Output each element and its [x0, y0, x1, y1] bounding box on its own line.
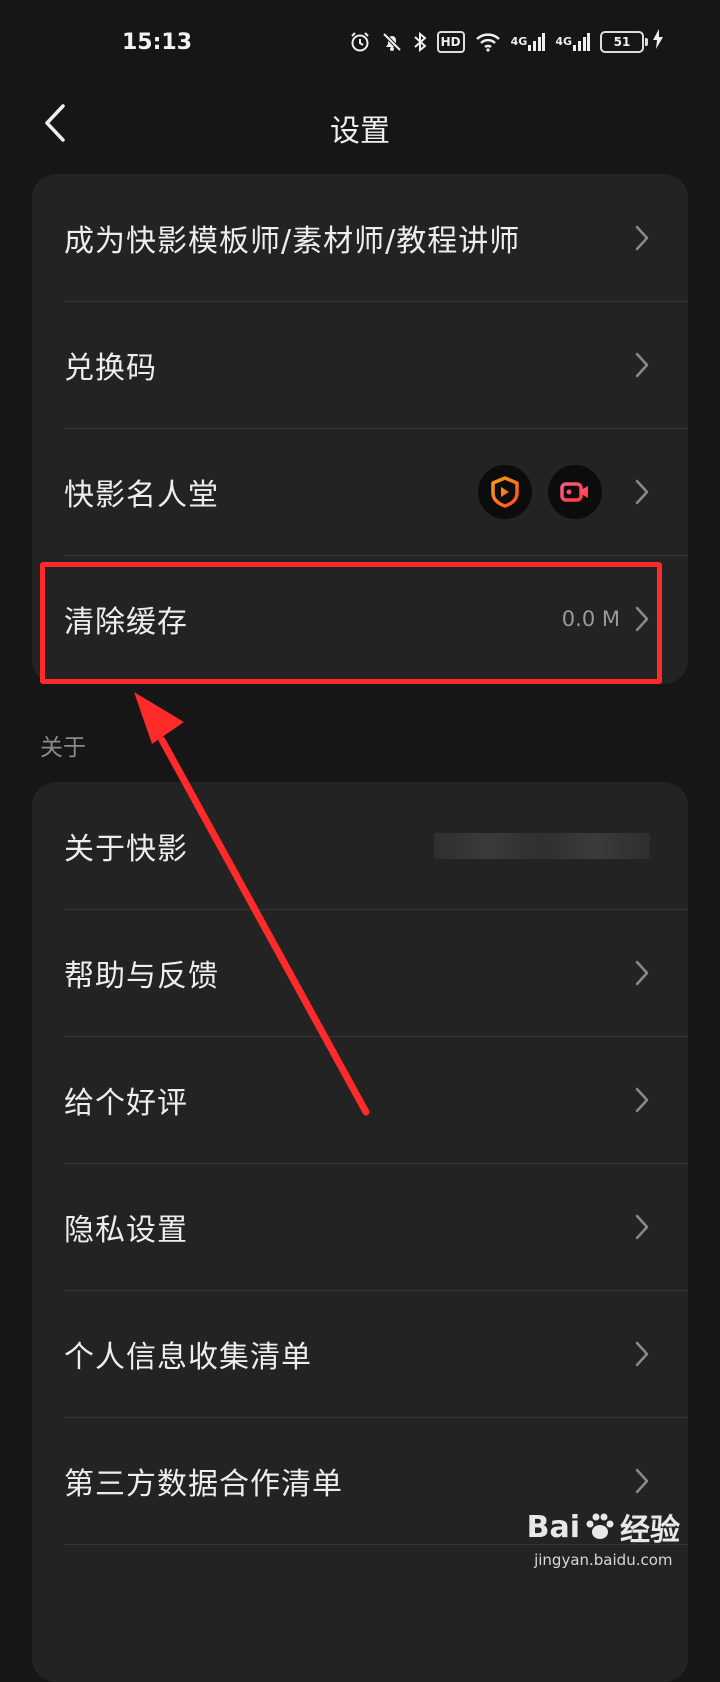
list-item-label: 帮助与反馈: [64, 958, 219, 994]
chevron-right-icon: [635, 352, 649, 377]
section-label-about: 关于: [40, 735, 86, 761]
signal-4g-icon: 4G: [555, 29, 590, 55]
chevron-right-icon: [635, 479, 649, 504]
chevron-right-icon: [635, 225, 649, 250]
signal-4g-label: 4G: [555, 35, 572, 48]
list-item-label: 兑换码: [64, 350, 157, 386]
battery-level: 51: [600, 30, 644, 53]
baidu-logo-text: Bai: [526, 1509, 580, 1545]
baidu-jingyan-watermark: Bai 经验 jingyan.baidu.com: [526, 1505, 680, 1570]
list-item-personal-info-list[interactable]: 个人信息收集清单: [32, 1290, 688, 1417]
wifi-icon: [475, 29, 501, 55]
list-item-label: 个人信息收集清单: [64, 1339, 312, 1375]
hall-of-fame-badges: [478, 464, 602, 519]
battery-icon: 51: [600, 28, 664, 55]
app-bar: 设置: [0, 92, 720, 162]
annotation-highlight-box: [40, 562, 662, 684]
list-item-label: 成为快影模板师/素材师/教程讲师: [64, 223, 521, 259]
chevron-right-icon: [635, 1087, 649, 1112]
page-title: 设置: [330, 114, 390, 149]
mute-bell-icon: [381, 29, 403, 55]
bluetooth-icon: [413, 29, 427, 55]
signal-4g-label: 4G: [510, 35, 528, 48]
alarm-icon: [349, 29, 371, 55]
video-camera-logo-icon: [548, 464, 602, 519]
chevron-right-icon: [635, 1341, 649, 1366]
version-value-blurred: [434, 832, 650, 859]
signal-4g-icon: 4G: [511, 29, 546, 55]
status-icons: HD 4G 4G 51: [349, 28, 664, 55]
kuaiying-logo-icon: [478, 464, 532, 519]
list-item-label: 隐私设置: [64, 1212, 188, 1248]
watermark-url: jingyan.baidu.com: [534, 1551, 673, 1569]
list-item-rate-app[interactable]: 给个好评: [32, 1036, 688, 1163]
list-item-label: 关于快影: [64, 831, 188, 867]
status-bar: 15:13 HD 4G 4G 51: [0, 0, 720, 92]
list-item-redeem-code[interactable]: 兑换码: [32, 301, 688, 428]
chevron-right-icon: [635, 960, 649, 985]
list-item-label: 给个好评: [64, 1085, 188, 1121]
chevron-right-icon: [635, 1214, 649, 1239]
list-item-become-creator[interactable]: 成为快影模板师/素材师/教程讲师: [32, 174, 688, 301]
list-item-hall-of-fame[interactable]: 快影名人堂: [32, 428, 688, 555]
watermark-text: 经验: [620, 1513, 680, 1548]
hd-icon: HD: [436, 30, 465, 53]
list-item-about-app[interactable]: 关于快影: [32, 782, 688, 909]
chevron-right-icon: [635, 1468, 649, 1493]
status-time: 15:13: [122, 30, 193, 55]
list-item-label: 第三方数据合作清单: [64, 1466, 343, 1502]
charging-icon: [652, 28, 664, 55]
list-item-privacy-settings[interactable]: 隐私设置: [32, 1163, 688, 1290]
list-item-help-feedback[interactable]: 帮助与反馈: [32, 909, 688, 1036]
paw-icon: [586, 1513, 614, 1539]
list-item-label: 快影名人堂: [64, 477, 219, 513]
